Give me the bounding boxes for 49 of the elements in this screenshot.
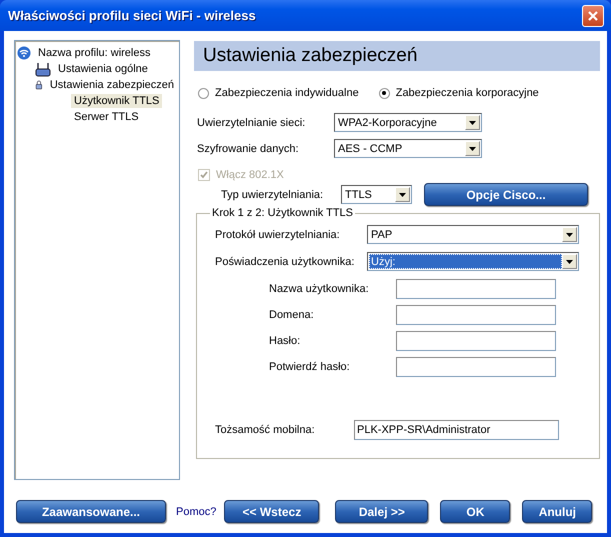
field-label: Nazwa użytkownika: xyxy=(269,283,370,295)
field-label: Poświadczenia użytkownika: xyxy=(215,256,356,268)
radio-label: Zabezpieczenia korporacyjne xyxy=(396,87,539,99)
text-field[interactable] xyxy=(396,279,556,299)
field-label: Typ uwierzytelniania: xyxy=(221,188,324,200)
text-field[interactable] xyxy=(396,331,556,351)
field-label: Hasło: xyxy=(269,335,302,347)
tree-item[interactable]: Ustawienia ogólne xyxy=(55,62,151,76)
tree-item[interactable]: Użytkownik TTLS xyxy=(71,94,162,108)
close-button[interactable] xyxy=(582,4,604,26)
text-field[interactable] xyxy=(396,305,556,325)
field-label: Tożsamość mobilna: xyxy=(215,424,316,436)
tree-item[interactable]: Serwer TTLS xyxy=(71,110,142,124)
help-link[interactable]: Pomoc? xyxy=(176,506,216,518)
caret-icon xyxy=(399,192,406,196)
dropdown[interactable]: AES - CCMP xyxy=(334,139,482,158)
window-title: Właściwości profilu sieci WiFi - wireless xyxy=(8,8,256,23)
tree-item[interactable]: Nazwa profilu: wireless xyxy=(35,46,154,60)
field-label: Uwierzytelnianie sieci: xyxy=(197,116,306,128)
group-title: Krok 1 z 2: Użytkownik TTLS xyxy=(211,207,354,219)
cancel-button[interactable]: Anuluj xyxy=(522,500,592,523)
advanced-button[interactable]: Zaawansowane... xyxy=(16,500,166,523)
cisco-options-button[interactable]: Opcje Cisco... xyxy=(424,183,588,206)
radio-button[interactable] xyxy=(378,88,390,98)
dropdown[interactable]: PAP xyxy=(367,225,579,244)
back-button[interactable]: << Wstecz xyxy=(224,500,320,523)
caret-icon xyxy=(469,146,476,150)
tree-item[interactable]: Ustawienia zabezpieczeń xyxy=(46,78,177,92)
next-button[interactable]: Dalej >> xyxy=(335,500,428,523)
radio-button[interactable] xyxy=(198,88,209,98)
text-field[interactable] xyxy=(396,357,556,377)
dropdown[interactable]: Użyj: xyxy=(367,252,579,271)
caret-icon xyxy=(566,232,573,236)
checkbox-label: Włącz 802.1X xyxy=(216,169,284,181)
field-label: Protokół uwierzytelniania: xyxy=(215,228,341,240)
ok-button[interactable]: OK xyxy=(440,500,510,523)
field-label: Domena: xyxy=(269,309,315,321)
section-header: Ustawienia zabezpieczeń xyxy=(194,41,600,71)
text-field[interactable]: PLK-XPP-SR\Administrator xyxy=(354,420,559,440)
router-icon xyxy=(35,62,51,76)
wireless-icon xyxy=(17,46,31,60)
caret-icon xyxy=(566,260,573,264)
dropdown[interactable]: WPA2-Korporacyjne xyxy=(334,113,482,132)
field-label: Potwierdź hasło: xyxy=(269,361,351,373)
field-label: Szyfrowanie danych: xyxy=(197,142,300,154)
caret-icon xyxy=(469,120,476,124)
dropdown[interactable]: TTLS xyxy=(341,185,412,204)
close-icon xyxy=(587,10,599,22)
radio-label: Zabezpieczenia indywidualne xyxy=(215,87,359,99)
